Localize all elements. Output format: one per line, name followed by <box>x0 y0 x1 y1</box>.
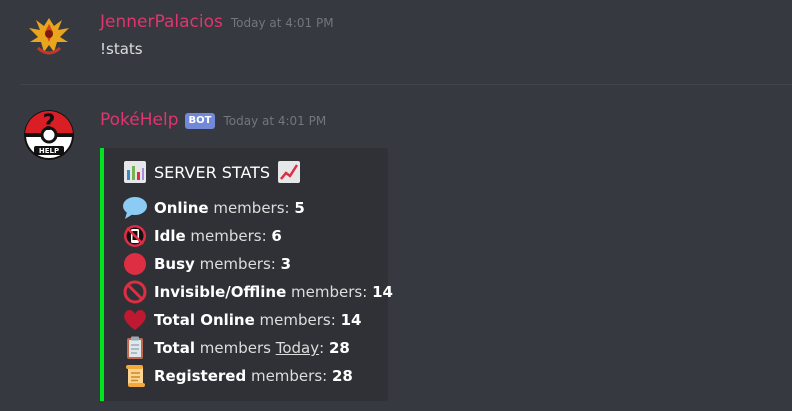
embed-title: SERVER STATS <box>122 160 302 184</box>
stat-row-idle: Idle members: 6 <box>122 224 282 248</box>
stat-row-online: Online members: 5 <box>122 196 305 220</box>
stat-value: 14 <box>372 283 393 301</box>
red-heart-icon <box>124 310 146 330</box>
stats-embed: SERVER STATS Online members: 5 Idle memb… <box>100 148 393 401</box>
stat-label: Idle <box>154 227 186 245</box>
chart-increasing-icon <box>278 161 301 183</box>
stat-value: 28 <box>328 339 350 357</box>
scroll-icon <box>126 365 145 387</box>
red-circle-icon <box>124 253 146 275</box>
stat-text: members: <box>208 199 295 217</box>
stat-text: members: <box>194 255 281 273</box>
no-mobile-phones-icon <box>124 225 146 247</box>
stat-label: Invisible/Offline <box>154 283 287 301</box>
stat-label: Total <box>154 339 195 357</box>
stat-label: Total Online <box>154 311 255 329</box>
stat-text: members: <box>254 311 341 329</box>
stat-row-total-today: Total members Today: 28 <box>122 336 350 360</box>
avatar[interactable] <box>24 12 74 62</box>
stat-value: 28 <box>331 367 353 385</box>
stat-value: 14 <box>340 311 362 329</box>
stat-row-busy: Busy members: 3 <box>122 252 291 276</box>
stat-value: 5 <box>294 199 305 217</box>
bar-chart-icon <box>124 161 146 183</box>
stat-row-total-online: Total Online members: 14 <box>122 308 361 332</box>
stat-value: 3 <box>280 255 292 273</box>
stat-row-registered: Registered members: 28 <box>122 364 353 388</box>
svg-text:HELP: HELP <box>39 147 59 155</box>
stat-text: members <box>194 339 276 357</box>
clipboard-icon <box>127 336 143 359</box>
stat-row-invisible: Invisible/Offline members: 14 <box>122 280 393 304</box>
speech-bubble-icon <box>123 197 147 219</box>
stat-value: 6 <box>271 227 282 245</box>
prohibited-icon <box>123 280 147 304</box>
message-content: !stats <box>100 40 143 58</box>
embed-title-text: SERVER STATS <box>154 162 271 182</box>
stat-label: Busy <box>154 255 195 273</box>
stat-text: members: <box>185 227 272 245</box>
stat-text: members: <box>246 367 332 385</box>
avatar[interactable]: ? HELP <box>24 110 74 160</box>
username[interactable]: PokéHelp <box>100 110 179 130</box>
stat-text: members: <box>286 283 373 301</box>
bot-tag: BOT <box>184 113 216 129</box>
timestamp: Today at 4:01 PM <box>230 16 334 30</box>
username[interactable]: JennerPalacios <box>100 12 223 32</box>
svg-text:?: ? <box>43 111 56 136</box>
stat-underline: Today <box>275 339 320 357</box>
moltres-icon <box>24 12 74 62</box>
stat-label: Registered <box>154 367 247 385</box>
message-divider <box>20 84 792 85</box>
pokeball-help-icon: ? HELP <box>24 110 74 160</box>
stat-label: Online <box>154 199 209 217</box>
timestamp: Today at 4:01 PM <box>223 114 327 128</box>
stat-suffix: : <box>319 339 329 357</box>
